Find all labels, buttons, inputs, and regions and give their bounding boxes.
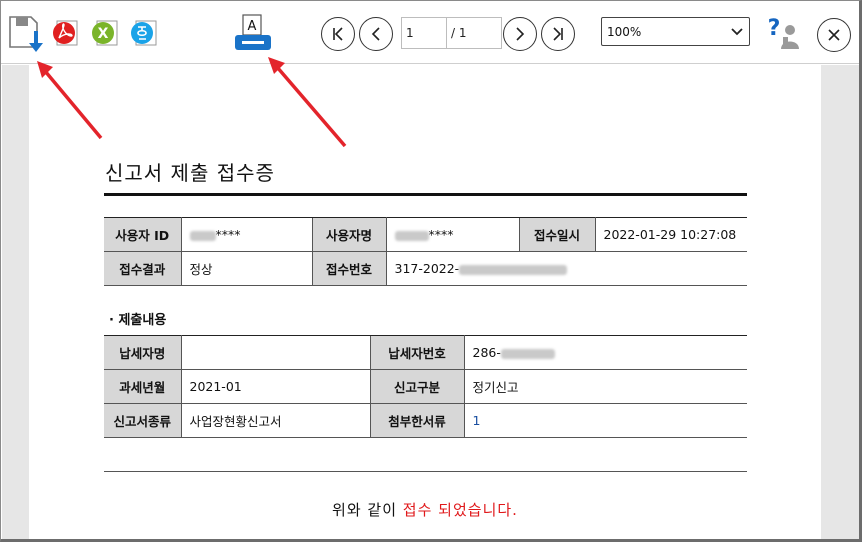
- receipt-no-label: 접수번호: [311, 251, 387, 286]
- result-value: 정상: [181, 251, 312, 286]
- print-button[interactable]: A: [232, 13, 274, 55]
- tax-period-value: 2021-01: [181, 369, 370, 404]
- help-icon: ?: [768, 16, 799, 49]
- redacted-mask: [394, 230, 429, 241]
- taxpayer-no-label: 납세자번호: [369, 335, 465, 370]
- page-title: 신고서 제출 접수증: [105, 161, 275, 185]
- chevron-down-icon: [731, 28, 743, 36]
- zoom-value: 100%: [607, 24, 642, 39]
- last-page-icon: [553, 27, 563, 41]
- title-divider: [104, 193, 747, 196]
- user-id-label: 사용자 ID: [104, 217, 182, 252]
- taxpayer-name-value: [181, 335, 370, 370]
- save-download-icon: [9, 16, 43, 52]
- table-row: 신고서종류 사업장현황신고서 첨부한서류 1: [104, 403, 747, 438]
- table-row: 사용자 ID **** 사용자명 **** 접수일시 2022-01-29 10…: [104, 217, 747, 252]
- report-kind-label: 신고서종류: [104, 403, 182, 438]
- receipt-table: 사용자 ID **** 사용자명 **** 접수일시 2022-01-29 10…: [104, 217, 747, 286]
- result-label: 접수결과: [104, 251, 182, 286]
- help-button[interactable]: ?: [765, 13, 801, 53]
- received-at-label: 접수일시: [518, 217, 596, 252]
- document-viewer[interactable]: 신고서 제출 접수증 사용자 ID **** 사용자명 **** 접수일시 20…: [2, 65, 859, 539]
- attachments-label: 첨부한서류: [369, 403, 465, 438]
- next-page-button[interactable]: [503, 17, 537, 51]
- page-total: / 1: [446, 17, 502, 49]
- section-title: · 제출내용: [109, 313, 167, 328]
- page-number-input[interactable]: 1: [401, 17, 447, 49]
- redacted-mask: [500, 348, 555, 359]
- viewer-window: X A 1 / 1 100% ? 신고서 제출 접수증 사용자 ID **** …: [0, 0, 862, 542]
- close-button[interactable]: [817, 18, 851, 52]
- chevron-left-icon: [371, 27, 380, 41]
- last-page-button[interactable]: [541, 17, 575, 51]
- redacted-mask: [459, 264, 568, 275]
- prev-page-button[interactable]: [359, 17, 393, 51]
- message-highlight: 접수 되었습니다.: [402, 501, 518, 519]
- export-excel-button[interactable]: X: [90, 17, 120, 49]
- table-row: 접수결과 정상 접수번호 317-2022-: [104, 251, 747, 286]
- submission-table: 납세자명 납세자번호 286- 과세년월 2021-01 신고구분 정기신고 신…: [104, 335, 747, 438]
- user-name-label: 사용자명: [311, 217, 387, 252]
- completion-message: 위와 같이 접수 되었습니다.: [29, 499, 821, 520]
- taxpayer-no-value: 286-: [464, 335, 747, 370]
- message-prefix: 위와 같이: [332, 501, 403, 519]
- user-name-value: ****: [386, 217, 519, 252]
- report-type-label: 신고구분: [369, 369, 465, 404]
- table-row: 납세자명 납세자번호 286-: [104, 335, 747, 370]
- svg-text:?: ?: [768, 16, 781, 41]
- pdf-icon: [53, 20, 78, 46]
- svg-text:X: X: [98, 26, 109, 42]
- toolbar: X A 1 / 1 100% ?: [1, 1, 859, 64]
- svg-text:A: A: [248, 19, 257, 34]
- attachments-value: 1: [464, 403, 747, 438]
- save-download-button[interactable]: [7, 13, 47, 55]
- report-type-value: 정기신고: [464, 369, 747, 404]
- received-at-value: 2022-01-29 10:27:08: [595, 217, 747, 252]
- redacted-mask: [189, 230, 216, 241]
- export-hwp-button[interactable]: [129, 17, 159, 49]
- close-icon: [828, 29, 840, 41]
- table-row: 과세년월 2021-01 신고구분 정기신고: [104, 369, 747, 404]
- report-kind-value: 사업장현황신고서: [181, 403, 370, 438]
- tax-period-label: 과세년월: [104, 369, 182, 404]
- document-page: 신고서 제출 접수증 사용자 ID **** 사용자명 **** 접수일시 20…: [29, 65, 821, 539]
- printer-icon: A: [235, 14, 271, 50]
- user-id-value: ****: [181, 217, 312, 252]
- first-page-button[interactable]: [321, 17, 355, 51]
- chevron-right-icon: [516, 27, 525, 41]
- taxpayer-name-label: 납세자명: [104, 335, 182, 370]
- excel-icon: X: [92, 20, 118, 46]
- hwp-icon: [131, 20, 157, 46]
- receipt-no-value: 317-2022-: [386, 251, 747, 286]
- export-pdf-button[interactable]: [51, 17, 81, 49]
- bottom-divider: [104, 471, 747, 472]
- first-page-icon: [333, 27, 343, 41]
- zoom-select[interactable]: 100%: [601, 17, 750, 46]
